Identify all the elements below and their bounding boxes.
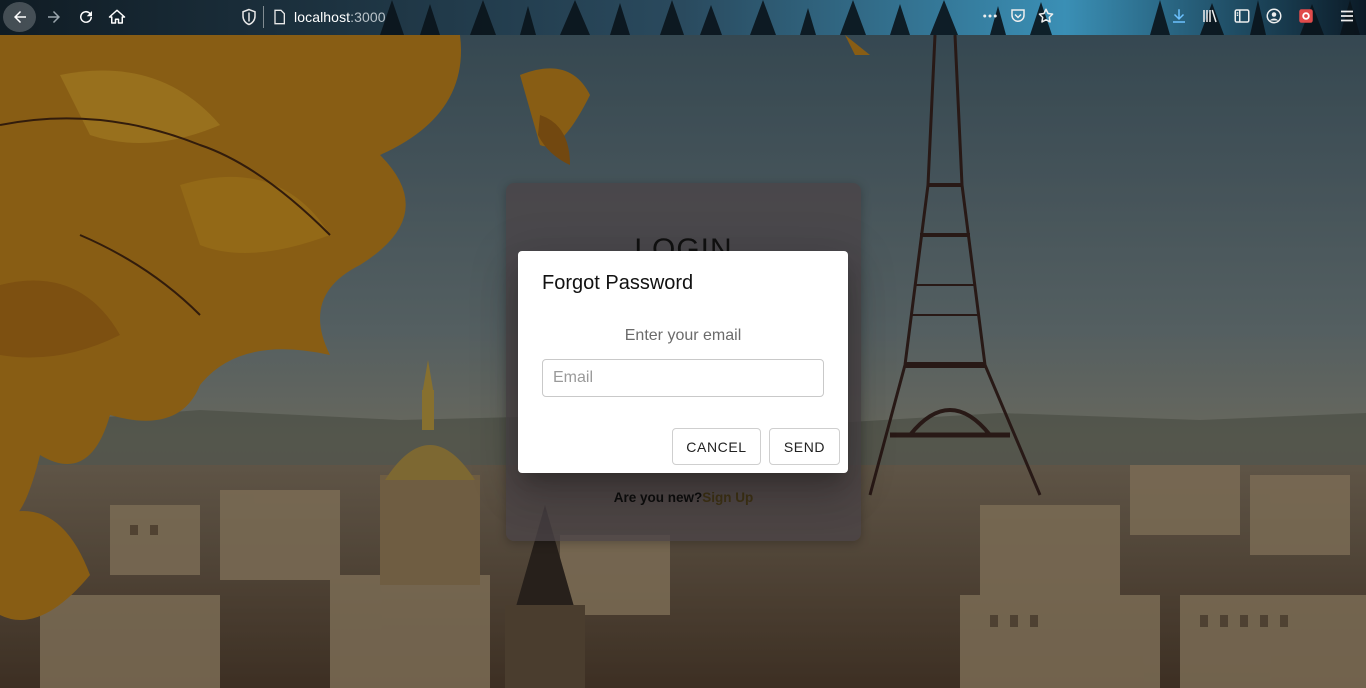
- url-port: :3000: [350, 9, 386, 25]
- reload-icon: [80, 10, 92, 23]
- address-bar[interactable]: localhost:3000: [234, 3, 980, 31]
- bookmark-star-button[interactable]: [1035, 5, 1057, 27]
- email-input[interactable]: [542, 359, 824, 397]
- library-icon: [1203, 9, 1217, 23]
- separator: [263, 6, 264, 28]
- menu-button[interactable]: [1336, 5, 1358, 27]
- sidebar-button[interactable]: [1231, 5, 1253, 27]
- pocket-button[interactable]: [1007, 5, 1029, 27]
- account-button[interactable]: [1263, 5, 1285, 27]
- account-icon: [1266, 8, 1282, 24]
- downloads-button[interactable]: [1168, 5, 1190, 27]
- send-button[interactable]: SEND: [769, 428, 840, 465]
- pocket-icon: [1011, 9, 1025, 22]
- download-icon: [1173, 9, 1185, 23]
- home-button[interactable]: [101, 2, 133, 32]
- forward-button[interactable]: [38, 2, 70, 32]
- library-button[interactable]: [1199, 5, 1221, 27]
- arrow-left-icon: [13, 11, 26, 23]
- dialog-title: Forgot Password: [542, 272, 694, 294]
- shield-icon[interactable]: [240, 8, 258, 26]
- url-text[interactable]: localhost:3000: [294, 9, 386, 25]
- reload-button[interactable]: [70, 2, 102, 32]
- dialog-instruction: Enter your email: [624, 327, 742, 344]
- page-actions-button[interactable]: [979, 5, 1001, 27]
- extension-button[interactable]: [1295, 5, 1317, 27]
- url-host: localhost: [294, 9, 351, 25]
- arrow-right-icon: [48, 11, 60, 23]
- star-icon: [1038, 8, 1054, 23]
- page-icon[interactable]: [271, 8, 287, 26]
- forgot-password-dialog: Forgot Password Enter your email CANCEL …: [518, 251, 848, 473]
- back-button[interactable]: [3, 2, 36, 32]
- hamburger-menu-icon: [1341, 10, 1353, 22]
- ellipsis-icon: [983, 14, 997, 18]
- extension-icon: [1299, 9, 1313, 23]
- cancel-button[interactable]: CANCEL: [672, 428, 761, 465]
- home-icon: [108, 9, 126, 24]
- sidebar-icon: [1234, 9, 1250, 23]
- browser-toolbar: localhost:3000: [0, 0, 1366, 35]
